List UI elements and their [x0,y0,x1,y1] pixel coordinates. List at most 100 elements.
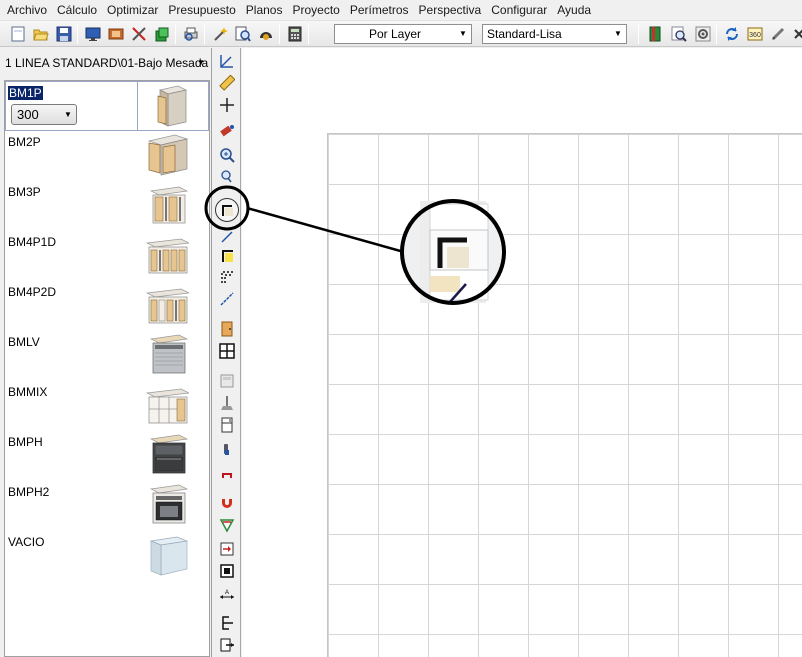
toolbar-separator [77,24,78,44]
chevron-down-icon[interactable]: ▼ [455,25,471,43]
export-icon[interactable] [218,636,236,654]
menu-perimetros[interactable]: Perímetros [345,0,414,21]
module-item-label: BM4P1D [8,235,57,249]
fridge-icon[interactable] [218,416,236,434]
dashed-corner-icon[interactable] [218,268,236,286]
camera-icon[interactable] [257,25,274,42]
chevron-down-icon[interactable]: ▼ [194,52,208,74]
monitor-icon[interactable] [84,25,101,42]
open-folder-icon[interactable] [32,25,49,42]
chevron-down-icon[interactable]: ▼ [62,105,74,124]
module-item-bmlv[interactable]: BMLV [5,331,209,381]
module-item-label: BM2P [8,135,41,149]
menu-presupuesto[interactable]: Presupuesto [163,0,240,21]
drawing-canvas[interactable] [242,48,802,657]
line-icon[interactable] [218,290,236,308]
module-item-bm2p[interactable]: BM2P [5,131,209,181]
style-combo[interactable]: Standard-Lisa ▼ [482,24,627,44]
lamp-icon[interactable] [218,394,236,412]
layers-icon[interactable] [153,25,170,42]
book-icon[interactable] [646,25,663,42]
new-document-icon[interactable] [9,25,26,42]
door-icon[interactable] [218,320,236,338]
menu-archivo[interactable]: Archivo [2,0,52,21]
refresh-icon[interactable] [723,25,740,42]
zoom-in-icon[interactable] [218,146,236,164]
cabinet-4-doors-2-drawers-thumbnail [145,288,189,324]
measure-angle-icon[interactable] [218,52,236,70]
menu-optimizar[interactable]: Optimizar [102,0,163,21]
menu-proyecto[interactable]: Proyecto [287,0,344,21]
layer-combo[interactable]: Por Layer ▼ [334,24,472,44]
module-item-bmph[interactable]: BMPH [5,431,209,481]
module-item-bm1p[interactable]: BM1P 300 ▼ [5,81,209,131]
application-window: Archivo Cálculo Optimizar Presupuesto Pl… [0,0,802,657]
menu-perspectiva[interactable]: Perspectiva [414,0,487,21]
menu-planos[interactable]: Planos [241,0,288,21]
settings-icon[interactable] [694,25,711,42]
module-item-bm4p2d[interactable]: BM4P2D [5,281,209,331]
oven-cabinet-thumbnail [149,484,189,524]
magic-wand-icon[interactable] [211,25,228,42]
save-icon[interactable] [55,25,72,42]
cabinet-3-doors-thumbnail [149,186,189,224]
empty-box-thumbnail [149,536,189,576]
menu-ayuda[interactable]: Ayuda [552,0,596,21]
window-icon[interactable] [218,342,236,360]
menu-bar: Archivo Cálculo Optimizar Presupuesto Pl… [0,0,802,21]
frame-icon[interactable] [218,562,236,580]
module-item-label: BMPH [8,435,43,449]
module-item-bmmix[interactable]: BMMIX [5,381,209,431]
print-preview-icon[interactable] [182,25,199,42]
module-item-label: BM4P2D [8,285,57,299]
zoom-icon[interactable] [670,25,687,42]
pen-icon[interactable] [218,228,236,246]
render-icon[interactable] [107,25,124,42]
catalog-dropdown[interactable]: 1 LINEA STANDARD\01-Bajo Mesada ▼ [3,52,210,74]
paint-icon[interactable] [218,122,236,140]
module-item-label: BMLV [8,335,40,349]
undo-icon[interactable] [218,614,236,632]
pencil-icon[interactable] [769,25,786,42]
zoom-extents-icon[interactable] [218,168,236,186]
calculator-icon[interactable] [286,25,303,42]
chair-icon[interactable] [218,462,236,480]
toolbar-separator [638,24,639,44]
selection-divider [137,82,138,130]
hood-icon[interactable] [218,372,236,390]
menu-calculo[interactable]: Cálculo [52,0,102,21]
close-icon[interactable] [790,25,802,42]
module-item-label: BM1P [8,86,43,100]
module-item-bm3p[interactable]: BM3P [5,181,209,231]
module-list: BM1P 300 ▼ BM2P BM3P BM4P1D BM4P2D BMLV … [4,80,210,657]
rotate-360-icon[interactable]: 360 [746,25,763,42]
dimension-icon[interactable]: A [218,586,236,604]
chevron-down-icon[interactable]: ▼ [610,25,626,43]
size-select[interactable]: 300 ▼ [11,104,77,125]
toolbar-separator [308,24,309,44]
crosshair-icon[interactable] [218,96,236,114]
layer-combo-value: Por Layer [368,27,422,41]
module-item-bmph2[interactable]: BMPH2 [5,481,209,531]
magnet-icon[interactable] [218,494,236,512]
module-item-label: BMMIX [8,385,48,399]
module-item-bm4p1d[interactable]: BM4P1D [5,231,209,281]
oven-cabinet-dark-thumbnail [149,434,189,474]
size-select-value: 300 [17,107,39,122]
toolbar-separator [716,24,717,44]
corner-wall-yellow-icon[interactable] [218,246,236,264]
drawing-toolbar: A [213,48,241,657]
insert-icon[interactable] [218,540,236,558]
snap-icon[interactable] [218,516,236,534]
person-icon[interactable] [218,440,236,458]
corner-wall-icon[interactable] [215,198,239,222]
ruler-icon[interactable] [218,74,236,92]
catalog-dropdown-value: 1 LINEA STANDARD\01-Bajo Mesada [5,56,209,70]
menu-configurar[interactable]: Configurar [486,0,552,21]
dishwasher-cabinet-thumbnail [149,334,189,374]
module-item-vacio[interactable]: VACIO [5,531,209,581]
tools-icon[interactable] [130,25,147,42]
zoom-page-icon[interactable] [234,25,251,42]
drawing-grid [327,133,802,657]
main-toolbar: Por Layer ▼ Standard-Lisa ▼ 360 [0,21,802,47]
